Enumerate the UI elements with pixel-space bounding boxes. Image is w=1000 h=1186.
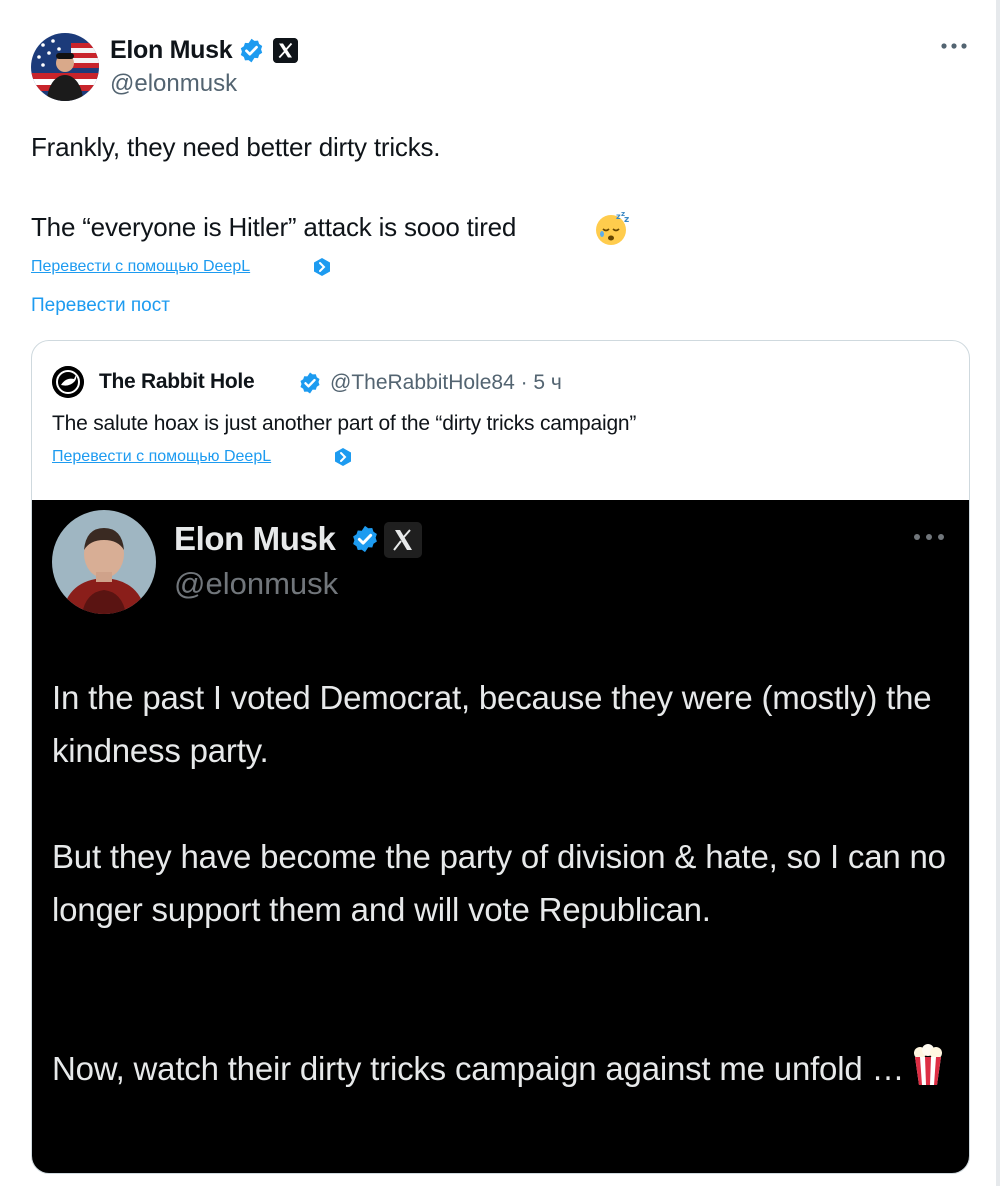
translate-post-link[interactable]: Перевести пост — [31, 295, 170, 317]
popcorn-icon — [914, 1044, 943, 1085]
author-name[interactable]: Elon Musk — [110, 36, 233, 65]
author-handle[interactable]: @elonmusk — [110, 70, 237, 98]
x-logo-icon — [273, 38, 298, 63]
screenshot-paragraph-3: Now, watch their dirty tricks campaign a… — [52, 1042, 952, 1095]
deepl-icon[interactable] — [333, 447, 353, 467]
quote-author-name[interactable]: The Rabbit Hole — [99, 370, 255, 394]
scroll-edge — [996, 0, 1000, 1186]
quote-avatar[interactable] — [52, 366, 84, 398]
tweet-text-line-2: The “everyone is Hitler” attack is sooo … — [31, 212, 517, 242]
screenshot-paragraph-2: But they have become the party of divisi… — [52, 838, 946, 928]
quoted-tweet-card[interactable]: The Rabbit Hole @TheRabbitHole84 · 5 ч T… — [31, 340, 970, 1174]
quote-author-handle[interactable]: @TheRabbitHole84 · 5 ч — [330, 371, 562, 395]
screenshot-paragraph-3-text: Now, watch their dirty tricks campaign a… — [52, 1050, 905, 1087]
quoted-screenshot-image[interactable]: Elon Musk @elonmusk In the past I voted … — [32, 500, 969, 1173]
tweet: Elon Musk @elonmusk Frankly, they need b… — [0, 0, 1000, 1186]
screenshot-paragraph-1: In the past I voted Democrat, because th… — [52, 679, 932, 769]
tweet-text-line-1: Frankly, they need better dirty tricks. — [31, 132, 441, 162]
screenshot-author-name: Elon Musk — [174, 520, 336, 557]
more-options-icon[interactable] — [940, 40, 968, 52]
x-logo-icon — [384, 522, 422, 558]
verified-badge-icon — [353, 525, 377, 553]
translate-deepl-link[interactable]: Перевести с помощью DeepL — [31, 258, 250, 276]
screenshot-author-handle: @elonmusk — [174, 566, 339, 601]
screenshot-avatar — [52, 510, 156, 614]
verified-badge-icon — [240, 38, 263, 63]
svg-text:z: z — [624, 215, 629, 225]
sleeping-face-icon: z z z — [596, 210, 629, 245]
more-options-icon — [914, 534, 944, 540]
quote-text: The salute hoax is just another part of … — [52, 412, 637, 435]
deepl-icon[interactable] — [312, 257, 332, 277]
verified-badge-icon — [300, 372, 320, 394]
avatar[interactable] — [31, 33, 99, 101]
quote-translate-deepl-link[interactable]: Перевести с помощью DeepL — [52, 448, 271, 466]
